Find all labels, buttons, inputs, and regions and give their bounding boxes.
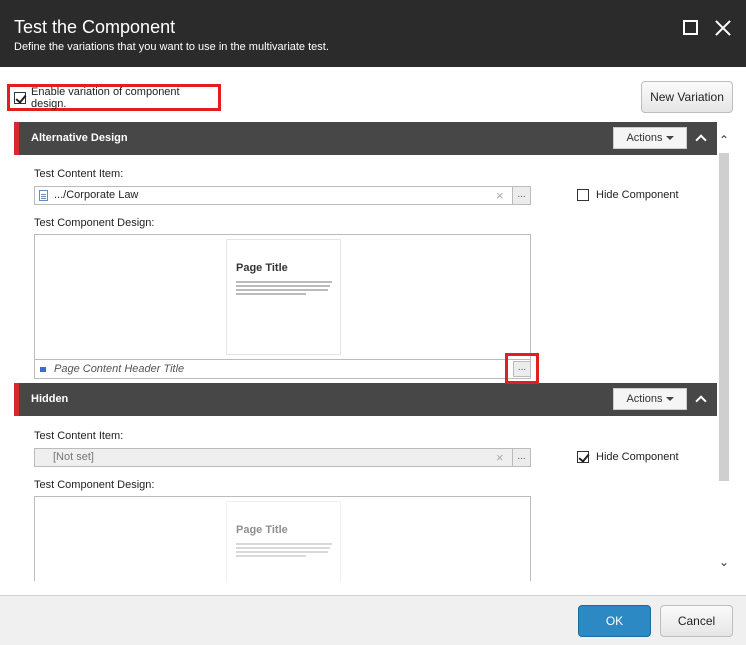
test-content-item-value: [Not set] xyxy=(53,451,94,463)
new-variation-button[interactable]: New Variation xyxy=(641,81,733,113)
hide-component-label[interactable]: Hide Component xyxy=(596,451,679,463)
maximize-button[interactable] xyxy=(681,18,701,38)
dialog-subtitle: Define the variations that you want to u… xyxy=(14,41,329,53)
preview-text-line xyxy=(236,555,306,557)
actions-label: Actions xyxy=(626,132,663,144)
dialog-footer: OK Cancel xyxy=(0,595,746,645)
rendering-icon xyxy=(40,367,46,372)
test-component-design-label: Test Component Design: xyxy=(34,479,155,491)
cancel-button[interactable]: Cancel xyxy=(660,605,733,637)
hide-component-checkbox[interactable] xyxy=(577,451,589,463)
enable-variation-option[interactable]: Enable variation of component design. xyxy=(7,84,221,111)
preview-text-line xyxy=(236,551,328,553)
test-content-item-field[interactable]: [Not set] × ... xyxy=(34,448,531,467)
test-component-design-label: Test Component Design: xyxy=(34,217,155,229)
test-content-item-value: .../Corporate Law xyxy=(54,189,139,201)
maximize-icon xyxy=(683,20,698,35)
actions-dropdown[interactable]: Actions xyxy=(613,127,687,149)
caret-down-icon xyxy=(665,397,674,401)
hide-component-label[interactable]: Hide Component xyxy=(596,189,679,201)
test-content-item-label: Test Content Item: xyxy=(34,430,124,442)
dialog-title: Test the Component xyxy=(14,17,176,37)
scrollbar-thumb[interactable] xyxy=(719,153,729,481)
collapse-icon[interactable] xyxy=(693,392,709,406)
clear-icon[interactable]: × xyxy=(496,188,504,203)
design-thumbnail: Page Title xyxy=(226,239,341,355)
variation-header-alternative-design: Alternative Design Actions xyxy=(14,122,717,155)
browse-design-button[interactable]: ... xyxy=(513,361,531,377)
component-design-preview[interactable]: Page Title Page Content Header Title xyxy=(34,234,531,379)
preview-title: Page Title xyxy=(236,262,288,274)
design-browse-highlight[interactable]: ... xyxy=(505,353,539,384)
enable-variation-checkbox[interactable] xyxy=(14,91,26,104)
actions-dropdown[interactable]: Actions xyxy=(613,388,687,410)
hide-component-checkbox[interactable] xyxy=(577,189,589,201)
variation-name: Hidden xyxy=(31,393,69,405)
preview-text-line xyxy=(236,289,328,291)
test-content-item-field[interactable]: .../Corporate Law × ... xyxy=(34,186,531,205)
variations-list[interactable]: Alternative Design Actions Test Content … xyxy=(0,121,746,581)
design-value: Page Content Header Title xyxy=(54,363,185,375)
preview-text-line xyxy=(236,547,330,549)
hide-component-option[interactable]: Hide Component xyxy=(577,189,679,201)
preview-text-line xyxy=(236,293,306,295)
enable-variation-label[interactable]: Enable variation of component design. xyxy=(31,86,218,110)
browse-content-button[interactable]: ... xyxy=(512,448,531,467)
preview-text-line xyxy=(236,543,332,545)
ok-button[interactable]: OK xyxy=(578,605,651,637)
preview-text-line xyxy=(236,285,330,287)
preview-title: Page Title xyxy=(236,524,288,536)
hide-component-option[interactable]: Hide Component xyxy=(577,451,679,463)
scroll-down-icon[interactable]: ⌄ xyxy=(717,555,731,569)
clear-icon[interactable]: × xyxy=(496,450,504,465)
variation-header-hidden: Hidden Actions xyxy=(14,383,717,416)
preview-text-line xyxy=(236,281,332,283)
dialog-header: Test the Component Define the variations… xyxy=(0,0,746,67)
close-button[interactable] xyxy=(713,18,733,38)
collapse-icon[interactable] xyxy=(693,131,709,145)
variation-name: Alternative Design xyxy=(31,132,128,144)
browse-content-button[interactable]: ... xyxy=(512,186,531,205)
scroll-up-icon[interactable]: ⌃ xyxy=(717,133,731,147)
design-footer: Page Content Header Title xyxy=(35,359,530,378)
actions-label: Actions xyxy=(626,393,663,405)
document-icon xyxy=(39,190,48,201)
test-content-item-label: Test Content Item: xyxy=(34,168,124,180)
vertical-scrollbar[interactable]: ⌃ ⌄ xyxy=(717,121,731,581)
caret-down-icon xyxy=(665,136,674,140)
component-design-preview[interactable]: Page Title xyxy=(34,496,531,581)
design-thumbnail: Page Title xyxy=(226,501,341,581)
